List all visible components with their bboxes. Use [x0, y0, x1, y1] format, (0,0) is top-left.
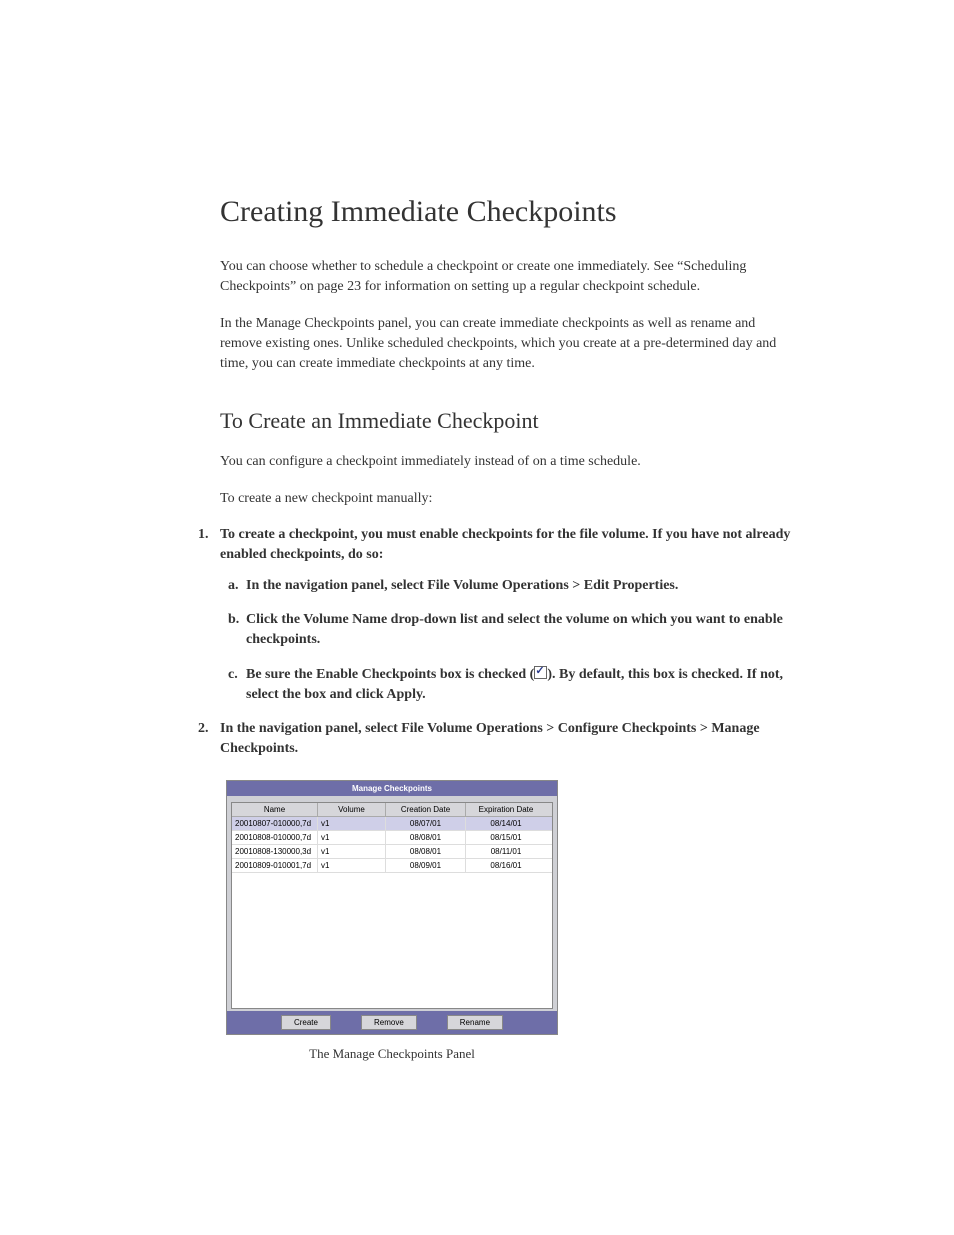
step-2: In the navigation panel, select File Vol… — [202, 719, 794, 760]
cell-name: 20010808-130000,3d — [232, 845, 318, 858]
col-header-expiration-date[interactable]: Expiration Date — [466, 803, 546, 816]
section-heading: To Create an Immediate Checkpoint — [220, 408, 794, 434]
intro-paragraph-1: You can choose whether to schedule a che… — [220, 257, 794, 298]
panel-body: Name Volume Creation Date Expiration Dat… — [227, 796, 557, 1011]
checkbox-checked-icon — [534, 666, 547, 679]
step-1: To create a checkpoint, you must enable … — [202, 525, 794, 705]
cell-volume: v1 — [318, 817, 386, 830]
document-page: Creating Immediate Checkpoints You can c… — [0, 0, 954, 1172]
cell-expiration-date: 08/14/01 — [466, 817, 546, 830]
col-header-creation-date[interactable]: Creation Date — [386, 803, 466, 816]
step-1c: Be sure the Enable Checkpoints box is ch… — [228, 665, 794, 706]
cell-creation-date: 08/08/01 — [386, 831, 466, 844]
table-row[interactable]: 20010809-010001,7dv108/09/0108/16/01 — [232, 859, 552, 873]
rename-button[interactable]: Rename — [447, 1015, 503, 1030]
cell-expiration-date: 08/11/01 — [466, 845, 546, 858]
manage-checkpoints-figure: Manage Checkpoints Name Volume Creation … — [226, 780, 558, 1064]
cell-expiration-date: 08/15/01 — [466, 831, 546, 844]
create-button[interactable]: Create — [281, 1015, 331, 1030]
step-1-text: To create a checkpoint, you must enable … — [220, 527, 790, 562]
cell-volume: v1 — [318, 831, 386, 844]
manage-checkpoints-panel: Manage Checkpoints Name Volume Creation … — [226, 780, 558, 1035]
page-heading: Creating Immediate Checkpoints — [220, 195, 794, 229]
section-paragraph-1: You can configure a checkpoint immediate… — [220, 452, 794, 472]
table-row[interactable]: 20010808-010000,7dv108/08/0108/15/01 — [232, 831, 552, 845]
cell-expiration-date: 08/16/01 — [466, 859, 546, 872]
cell-volume: v1 — [318, 845, 386, 858]
intro-paragraph-2: In the Manage Checkpoints panel, you can… — [220, 314, 794, 375]
panel-footer: Create Remove Rename — [227, 1011, 557, 1034]
step-1a: In the navigation panel, select File Vol… — [228, 576, 794, 596]
remove-button[interactable]: Remove — [361, 1015, 417, 1030]
col-header-volume[interactable]: Volume — [318, 803, 386, 816]
checkpoints-table: Name Volume Creation Date Expiration Dat… — [231, 802, 553, 1009]
procedure-list: To create a checkpoint, you must enable … — [220, 525, 794, 760]
cell-creation-date: 08/09/01 — [386, 859, 466, 872]
table-row[interactable]: 20010808-130000,3dv108/08/0108/11/01 — [232, 845, 552, 859]
table-body: 20010807-010000,7dv108/07/0108/14/012001… — [232, 817, 552, 873]
cell-creation-date: 08/08/01 — [386, 845, 466, 858]
panel-title: Manage Checkpoints — [227, 781, 557, 796]
cell-name: 20010809-010001,7d — [232, 859, 318, 872]
step-1-substeps: In the navigation panel, select File Vol… — [228, 576, 794, 705]
section-paragraph-2: To create a new checkpoint manually: — [220, 489, 794, 509]
cell-name: 20010808-010000,7d — [232, 831, 318, 844]
cell-name: 20010807-010000,7d — [232, 817, 318, 830]
cell-volume: v1 — [318, 859, 386, 872]
step-1b: Click the Volume Name drop-down list and… — [228, 610, 794, 651]
table-row[interactable]: 20010807-010000,7dv108/07/0108/14/01 — [232, 817, 552, 831]
col-header-name[interactable]: Name — [232, 803, 318, 816]
cell-creation-date: 08/07/01 — [386, 817, 466, 830]
table-header-row: Name Volume Creation Date Expiration Dat… — [232, 803, 552, 817]
figure-caption: The Manage Checkpoints Panel — [226, 1045, 558, 1064]
step-1c-before: Be sure the Enable Checkpoints box is ch… — [246, 667, 534, 682]
